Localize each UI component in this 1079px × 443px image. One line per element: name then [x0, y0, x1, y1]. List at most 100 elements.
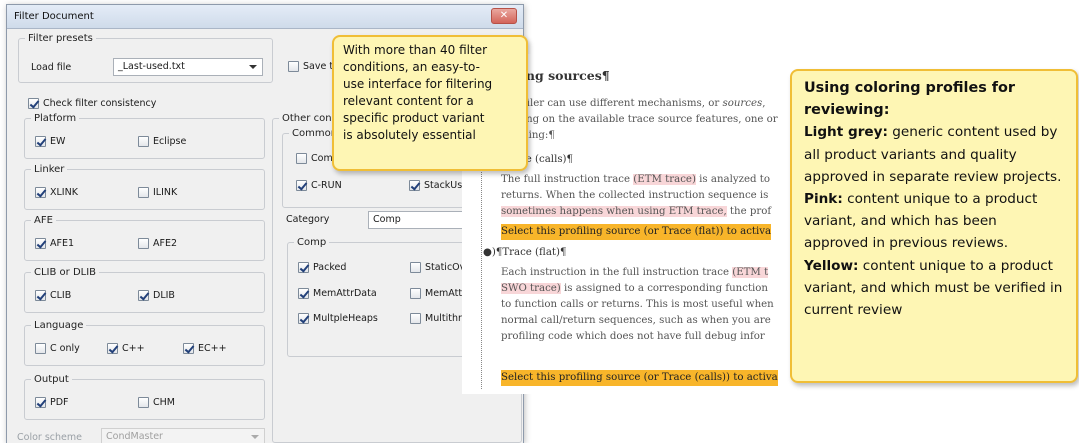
- checkbox-ecpp[interactable]: EC++: [183, 343, 227, 354]
- checkbox-afe2[interactable]: AFE2: [138, 238, 177, 249]
- checkbox-label: C-RUN: [311, 180, 342, 191]
- load-file-value: _Last-used.txt: [118, 61, 185, 72]
- checkbox-label: DLIB: [153, 290, 175, 301]
- checkbox-box: [35, 290, 46, 301]
- checkbox-c-run[interactable]: C-RUN: [296, 180, 342, 191]
- checkbox-label: AFE2: [153, 238, 178, 249]
- legend-key: Light grey:: [804, 124, 888, 141]
- checkbox-c-only[interactable]: C only: [35, 343, 80, 354]
- checkbox-afe1[interactable]: AFE1: [35, 238, 74, 249]
- checkbox-box: [35, 187, 46, 198]
- checkbox-ew[interactable]: EW: [35, 136, 65, 147]
- load-file-dropdown[interactable]: _Last-used.txt: [113, 58, 263, 76]
- close-button[interactable]: ✕: [491, 8, 517, 24]
- output-legend: Output: [34, 374, 69, 385]
- checkbox-box: [410, 288, 421, 299]
- checkbox-pdf[interactable]: PDF: [35, 397, 69, 408]
- yellow-highlight: Select this profiling source (or Trace (…: [501, 224, 772, 240]
- checkbox-label: AFE1: [50, 238, 75, 249]
- checkbox-xlink[interactable]: XLINK: [35, 187, 78, 198]
- pink-highlight: (ETM t: [732, 267, 769, 278]
- checkbox-clib[interactable]: CLIB: [35, 290, 71, 301]
- callout-line: is absolutely essential: [343, 128, 476, 142]
- checkbox-box: [138, 397, 149, 408]
- coloring-profiles-callout: Using coloring profiles for reviewing: L…: [790, 69, 1078, 383]
- checkbox-box: [298, 262, 309, 273]
- clib-dlib-legend: CLIB or DLIB: [34, 267, 97, 278]
- checkbox-multithre[interactable]: Multithre: [410, 313, 468, 324]
- doc-line: to function calls or returns. This is mo…: [501, 299, 774, 310]
- callout-line: With more than 40 filter: [343, 43, 488, 57]
- check-consistency-label: Check filter consistency: [43, 98, 157, 109]
- checkbox-box: [298, 288, 309, 299]
- legend-light-grey: Light grey: generic content used by all …: [804, 121, 1064, 188]
- doc-text: the prof: [726, 206, 772, 217]
- doc-line: returns. When the collected instruction …: [501, 190, 769, 201]
- checkbox-memattrdata[interactable]: MemAttrData: [298, 288, 377, 299]
- checkbox-box: [35, 343, 46, 354]
- doc-line: sometimes happens when using ETM trace, …: [501, 204, 771, 220]
- doc-text: The full instruction trace: [501, 174, 634, 185]
- legend-key: Pink:: [804, 191, 843, 208]
- doc-line: normal call/return sequences, such as wh…: [501, 315, 771, 326]
- checkbox-ilink[interactable]: ILINK: [138, 187, 177, 198]
- doc-text: is analyzed to: [695, 174, 770, 185]
- pink-highlight: sometimes happens when using ETM trace,: [501, 206, 727, 217]
- afe-legend: AFE: [34, 215, 53, 226]
- callout-line: specific product variant: [343, 111, 485, 125]
- checkbox-box: [298, 313, 309, 324]
- checkbox-box: [35, 397, 46, 408]
- pink-highlight: SWO trace): [501, 283, 561, 294]
- chevron-down-icon: [251, 435, 259, 439]
- checkbox-box: [183, 343, 194, 354]
- checkbox-staticov[interactable]: StaticOv: [410, 262, 465, 273]
- checkbox-box: [410, 262, 421, 273]
- checkbox-label: C only: [50, 343, 80, 354]
- checkbox-box: [296, 180, 307, 191]
- checkbox-label: MemAttrData: [313, 288, 377, 299]
- title-bar: Filter Document ✕: [7, 5, 523, 29]
- bullet-trace-flat: ●)¶Trace (flat)¶: [483, 247, 567, 258]
- category-value: Comp: [373, 214, 401, 225]
- checkbox-box: [138, 187, 149, 198]
- callout-line: use interface for filtering: [343, 77, 493, 91]
- pink-highlight: (ETM trace): [633, 174, 696, 185]
- checkbox-box: [35, 136, 46, 147]
- checkbox-box: [28, 98, 39, 109]
- checkbox-cpp[interactable]: C++: [107, 343, 145, 354]
- checkbox-label: C++: [122, 343, 145, 354]
- checkbox-dlib[interactable]: DLIB: [138, 290, 175, 301]
- color-scheme-dropdown[interactable]: CondMaster: [101, 428, 265, 443]
- checkbox-chm[interactable]: CHM: [138, 397, 175, 408]
- checkbox-label: MultpleHeaps: [313, 313, 378, 324]
- checkbox-box: [288, 61, 299, 72]
- checkbox-box: [410, 313, 421, 324]
- checkbox-box: [138, 238, 149, 249]
- legend-key: Yellow:: [804, 257, 859, 274]
- doc-text-emphasis: sources: [722, 98, 763, 109]
- checkbox-multpleheaps[interactable]: MultpleHeaps: [298, 313, 378, 324]
- platform-legend: Platform: [34, 113, 77, 124]
- doc-line: The full instruction trace (ETM trace) i…: [501, 172, 770, 188]
- checkbox-eclipse[interactable]: Eclipse: [138, 136, 186, 147]
- callout-title: Using coloring profiles for reviewing:: [804, 80, 1016, 119]
- doc-text: is assigned to a corresponding function: [560, 283, 768, 294]
- checkbox-label: PDF: [50, 397, 69, 408]
- checkbox-packed[interactable]: Packed: [298, 262, 346, 273]
- language-legend: Language: [34, 320, 84, 331]
- checkbox-label: EC++: [198, 343, 227, 354]
- load-file-label: Load file: [31, 62, 72, 73]
- checkbox-box: [409, 180, 420, 191]
- chevron-down-icon: [249, 65, 257, 69]
- filter-conditions-callout: With more than 40 filter conditions, an …: [332, 35, 528, 171]
- check-consistency-checkbox[interactable]: Check filter consistency: [28, 98, 156, 109]
- checkbox-label: Packed: [313, 262, 347, 273]
- callout-line: conditions, an easy-to-: [343, 60, 480, 74]
- checkbox-label: CHM: [153, 397, 175, 408]
- checkbox-box: [107, 343, 118, 354]
- checkbox-label: CLIB: [50, 290, 72, 301]
- checkbox-memattr[interactable]: MemAttr: [410, 288, 466, 299]
- checkbox-stackusa[interactable]: StackUsa: [409, 180, 468, 191]
- checkbox-box: [35, 238, 46, 249]
- comp-legend: Comp: [297, 237, 327, 248]
